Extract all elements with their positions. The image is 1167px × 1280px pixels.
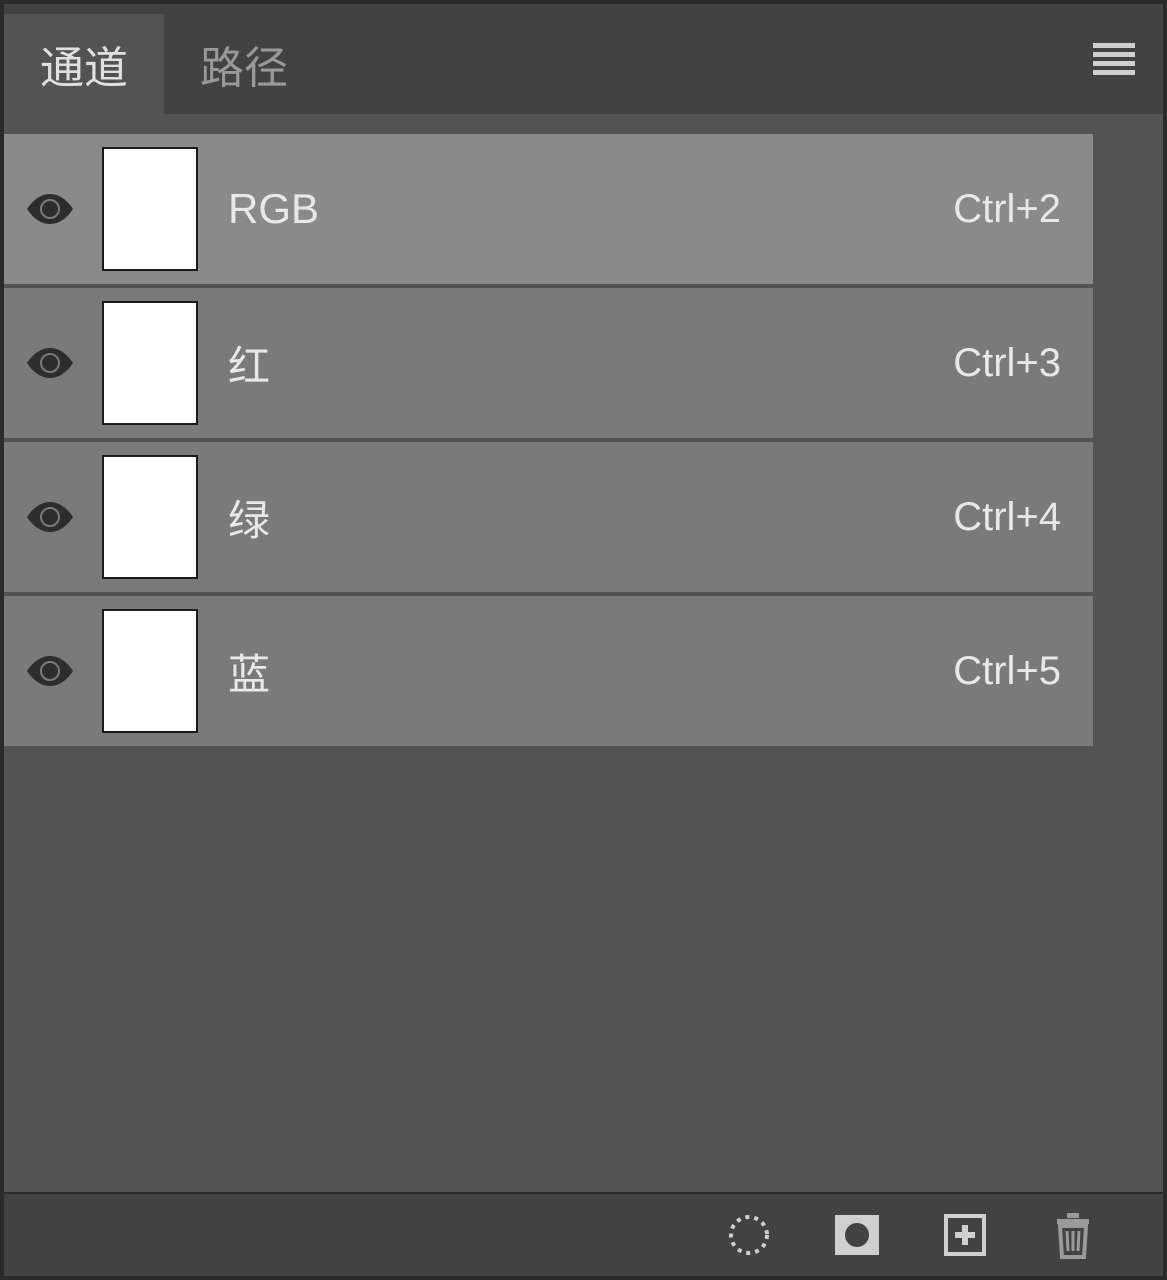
channel-row-rgb[interactable]: RGB Ctrl+2 [4, 134, 1093, 284]
delete-channel-button[interactable] [1047, 1209, 1099, 1261]
eye-icon [27, 194, 73, 224]
save-mask-button[interactable] [831, 1209, 883, 1261]
channel-thumbnail [102, 301, 198, 425]
tab-label: 通道 [40, 32, 128, 96]
channel-shortcut: Ctrl+5 [953, 649, 1061, 694]
load-selection-button[interactable] [723, 1209, 775, 1261]
channel-name: RGB [228, 185, 953, 233]
channel-shortcut: Ctrl+2 [953, 187, 1061, 232]
channel-name: 红 [228, 333, 953, 394]
channel-row-red[interactable]: 红 Ctrl+3 [4, 288, 1093, 438]
channel-row-blue[interactable]: 蓝 Ctrl+5 [4, 596, 1093, 746]
channel-thumbnail [102, 609, 198, 733]
eye-icon [27, 502, 73, 532]
channel-name: 蓝 [228, 641, 953, 702]
eye-icon [27, 656, 73, 686]
channel-row-green[interactable]: 绿 Ctrl+4 [4, 442, 1093, 592]
tab-channels[interactable]: 通道 [4, 14, 164, 114]
panel-menu-button[interactable] [1093, 43, 1135, 75]
visibility-toggle[interactable] [22, 656, 78, 686]
visibility-toggle[interactable] [22, 194, 78, 224]
channel-shortcut: Ctrl+3 [953, 341, 1061, 386]
delete-channel-icon [1053, 1211, 1093, 1259]
channels-panel: 通道 路径 [4, 4, 1163, 1276]
panel-footer [4, 1192, 1163, 1276]
channel-shortcut: Ctrl+4 [953, 495, 1061, 540]
channel-list: RGB Ctrl+2 红 Ctrl+3 [4, 114, 1163, 1192]
load-selection-icon [727, 1213, 771, 1257]
channel-name: 绿 [228, 487, 953, 548]
visibility-toggle[interactable] [22, 502, 78, 532]
visibility-toggle[interactable] [22, 348, 78, 378]
menu-icon [1093, 43, 1135, 75]
eye-icon [27, 348, 73, 378]
tab-paths[interactable]: 路径 [164, 14, 324, 114]
new-channel-button[interactable] [939, 1209, 991, 1261]
channel-thumbnail [102, 147, 198, 271]
new-channel-icon [943, 1213, 987, 1257]
tab-bar: 通道 路径 [4, 4, 1163, 114]
tab-label: 路径 [200, 32, 288, 96]
save-mask-icon [833, 1213, 881, 1257]
channel-thumbnail [102, 455, 198, 579]
